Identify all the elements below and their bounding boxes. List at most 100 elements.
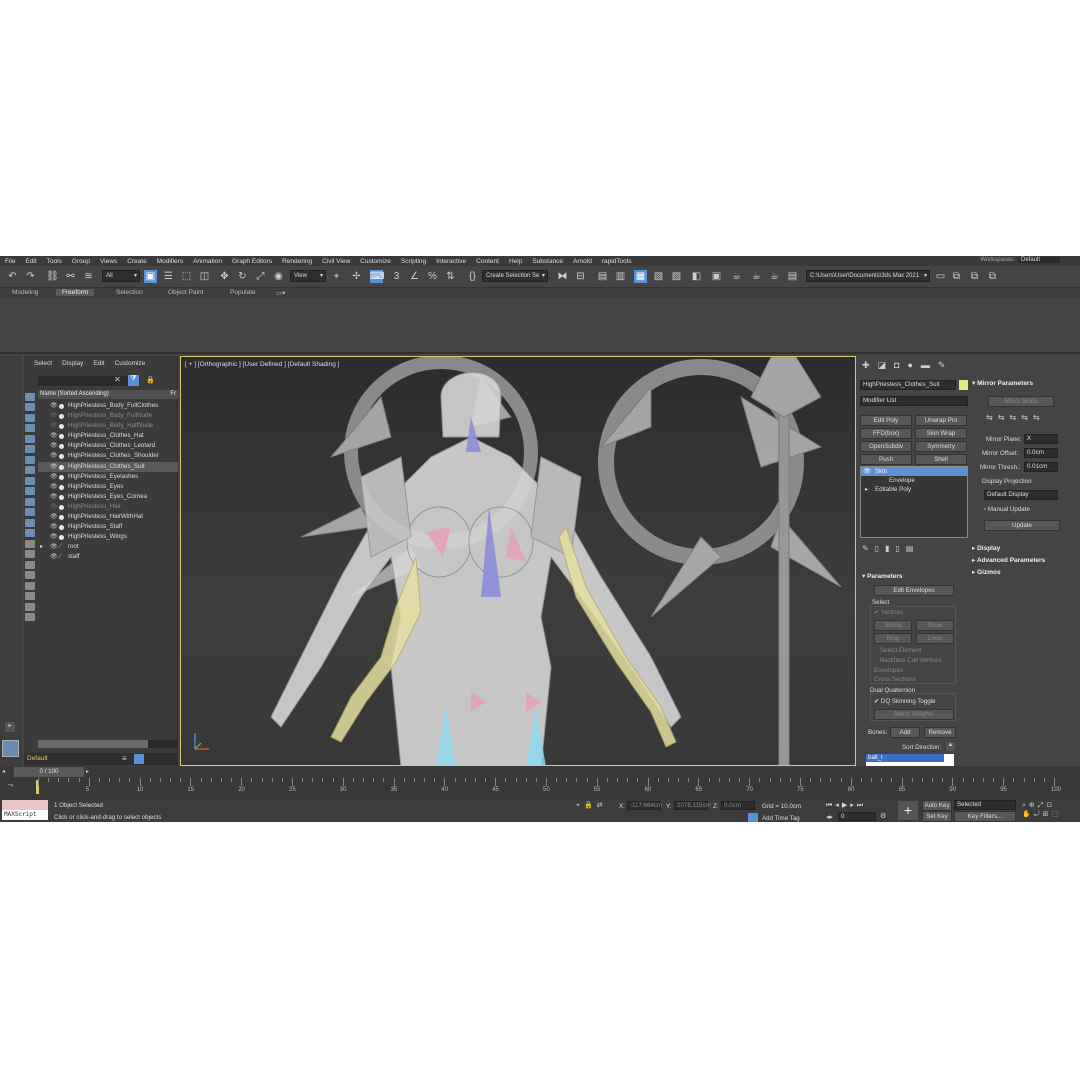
explorer-filter-icon[interactable] — [25, 613, 35, 621]
explorer-row[interactable]: 👁 ⟋ staff — [38, 552, 178, 562]
explorer-scrollbar[interactable] — [38, 740, 178, 748]
placement-icon[interactable]: ◉ — [272, 270, 285, 283]
project-icon-2[interactable]: ⧉ — [950, 270, 963, 283]
modifier-button[interactable]: Shell — [915, 454, 967, 465]
layer-toggle-icon[interactable] — [134, 754, 144, 764]
explorer-row[interactable]: 👁 HighPriestess_Clothes_Leotard — [38, 441, 178, 451]
slider-right-arrow[interactable]: ▸ — [86, 768, 89, 775]
modifier-button[interactable]: Symmetry — [915, 441, 967, 452]
explorer-column-header[interactable]: Name (Sorted Ascending) Fr — [38, 390, 178, 399]
explorer-row[interactable]: 👁 HighPriestess_Clothes_Suit — [38, 461, 178, 472]
menu-item[interactable]: rapidTools — [597, 258, 637, 265]
visibility-eye-icon[interactable]: 👁 — [50, 482, 58, 492]
explorer-filter-icon[interactable] — [25, 602, 35, 611]
visibility-eye-icon[interactable]: 👁 — [50, 451, 58, 461]
grow-button[interactable]: Grow — [916, 620, 954, 631]
vertices-checkbox[interactable]: ✔ Vertices — [874, 609, 903, 616]
explorer-row[interactable]: 👁 HighPriestess_Clothes_Hat — [38, 431, 178, 441]
layer-explorer-icon[interactable]: ▤ — [596, 270, 609, 283]
explorer-menu-item[interactable]: Edit — [83, 360, 104, 367]
time-config-icon[interactable]: ⚙ — [880, 812, 886, 820]
bone-list-item[interactable]: ball_l — [866, 754, 944, 762]
add-time-tag[interactable]: Add Time Tag — [762, 815, 800, 822]
stack-skin[interactable]: 👁 Skin — [861, 467, 967, 476]
isolate-lock-icons[interactable]: ⌖🔒⇄ — [576, 801, 607, 810]
set-key-button[interactable]: Set Key — [922, 811, 952, 822]
project-path-dropdown[interactable]: C:\Users\User\Documents\3ds Max 2021 — [806, 270, 930, 282]
mirror-icon[interactable]: ⧓ — [556, 270, 569, 283]
selection-filter-dropdown[interactable]: All — [102, 270, 140, 282]
visibility-eye-icon[interactable]: 👁 — [50, 462, 58, 472]
undo-icon[interactable]: ↶ — [6, 270, 19, 283]
window-crossing-icon[interactable]: ◫ — [198, 270, 211, 283]
explorer-row[interactable]: 👁 HighPriestess_Body_FullNude — [38, 411, 178, 421]
modifier-button[interactable]: FFD(box) — [860, 428, 912, 439]
menu-item[interactable]: Help — [504, 258, 527, 265]
menu-item[interactable]: Civil View — [317, 258, 355, 265]
explorer-filter-icon[interactable] — [25, 455, 35, 464]
visibility-eye-icon[interactable]: 👁 — [50, 401, 58, 411]
rect-region-icon[interactable]: ⬚ — [180, 270, 193, 283]
current-frame-field[interactable]: 0 — [838, 812, 876, 821]
rotate-icon[interactable]: ↻ — [236, 270, 249, 283]
menu-item[interactable]: Scripting — [396, 258, 431, 265]
update-button[interactable]: Update — [984, 520, 1060, 531]
mirror-mode-button[interactable]: Mirror Mode — [988, 396, 1054, 407]
render-setup-icon[interactable]: ◧ — [690, 270, 703, 283]
layout-tab-icon[interactable] — [2, 740, 19, 757]
envelopes-checkbox[interactable]: Envelopes — [874, 667, 903, 674]
explorer-filter-icon[interactable] — [25, 539, 35, 548]
visibility-eye-icon[interactable]: 👁 — [50, 502, 58, 512]
rendered-frame-icon[interactable]: ▣ — [710, 270, 723, 283]
key-filters-button[interactable]: Key Filters... — [954, 811, 1016, 822]
slider-left-arrow[interactable]: ◂ — [2, 768, 10, 776]
visibility-eye-icon[interactable]: 👁 — [50, 532, 58, 542]
display-rollout[interactable]: ▸ Display — [972, 544, 1000, 552]
explorer-row[interactable]: 👁 HighPriestess_Eyes — [38, 482, 178, 492]
clear-search-icon[interactable]: ✕ — [114, 375, 121, 384]
filter-icon[interactable]: ⧩ — [128, 375, 139, 386]
explorer-filter-icon[interactable] — [25, 413, 35, 422]
cross-sections-checkbox[interactable]: Cross Sections — [874, 676, 916, 683]
scale-icon[interactable]: ⤢ — [254, 270, 267, 283]
edit-named-sel-icon[interactable]: {} — [466, 270, 479, 283]
ref-coord-dropdown[interactable]: View — [290, 270, 326, 282]
select-element-checkbox[interactable]: Select Element — [880, 647, 922, 654]
percent-snap-icon[interactable]: % — [426, 270, 439, 283]
explorer-filter-icon[interactable] — [25, 592, 35, 600]
ribbon-options-icon[interactable]: ▭▾ — [270, 289, 291, 297]
z-coord-field[interactable]: 0.0cm — [721, 801, 755, 810]
material-editor-icon[interactable]: ▨ — [670, 270, 683, 283]
layers-icon[interactable]: ≡ — [122, 754, 127, 763]
explorer-row[interactable]: 👁 HighPriestess_Eyes_Cornea — [38, 492, 178, 502]
explorer-filter-icon[interactable] — [25, 445, 35, 453]
auto-key-button[interactable]: Auto Key — [922, 800, 952, 811]
explorer-row[interactable]: 👁 HighPriestess_Body_FullClothes — [38, 401, 178, 411]
explorer-filter-icon[interactable] — [25, 550, 35, 558]
gizmos-rollout[interactable]: ▸ Gizmos — [972, 568, 1001, 576]
add-bone-button[interactable]: Add — [890, 727, 920, 738]
visibility-eye-icon[interactable]: 👁 — [50, 522, 58, 532]
remove-bone-button[interactable]: Remove — [924, 727, 956, 738]
explorer-row[interactable]: 👁 HighPriestess_Clothes_Shoulder — [38, 451, 178, 461]
visibility-eye-icon[interactable]: 👁 — [50, 411, 58, 421]
mini-curve-icon[interactable]: ⤳ — [8, 782, 14, 790]
menu-item[interactable]: Graph Editors — [227, 258, 277, 265]
mirror-paste-icons[interactable]: ⇆⇆⇆⇆⇆ — [986, 413, 1045, 422]
explorer-filter-icon[interactable] — [25, 403, 35, 411]
select-object-icon[interactable]: ▣ — [144, 270, 157, 283]
menu-item[interactable]: Arnold — [568, 258, 597, 265]
render-active-icon[interactable]: ☕ — [750, 270, 763, 283]
render-icon[interactable]: ☕ — [730, 270, 743, 283]
menu-item[interactable]: Views — [95, 258, 122, 265]
explorer-filter-icon[interactable] — [25, 508, 35, 516]
explorer-row[interactable]: 👁 HighPriestess_Staff — [38, 522, 178, 532]
explorer-menu-item[interactable]: Display — [52, 360, 83, 367]
pivot-icon[interactable]: ⌖ — [330, 270, 343, 283]
explorer-row[interactable]: 👁 ▸ ⟋ root — [38, 542, 178, 552]
project-icon-3[interactable]: ⧉ — [968, 270, 981, 283]
explorer-row[interactable]: 👁 HighPriestess_HairWithHat — [38, 512, 178, 522]
ribbon-tab[interactable]: Modeling — [6, 289, 44, 296]
bind-spacewarp-icon[interactable]: ≋ — [82, 270, 95, 283]
explorer-filter-icon[interactable] — [25, 497, 35, 506]
